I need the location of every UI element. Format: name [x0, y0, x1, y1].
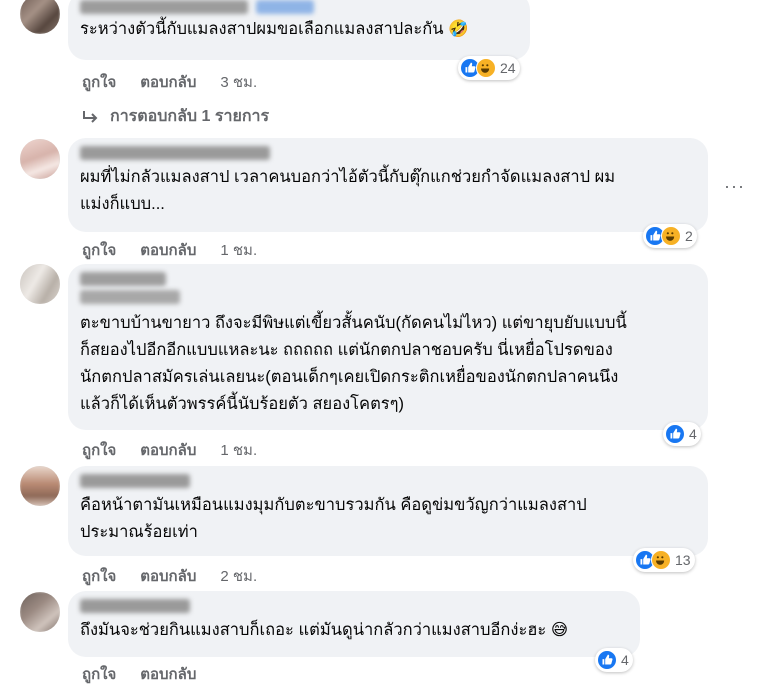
reaction-count: 13	[675, 552, 691, 568]
commenter-name-blurred[interactable]	[80, 474, 190, 488]
reply-button[interactable]: ตอบกลับ	[140, 438, 196, 462]
comment-bubble: ผมที่ไม่กลัวแมลงสาป เวลาคนบอกว่าไอ้ตัวนี…	[68, 138, 708, 232]
haha-reaction-icon	[651, 550, 671, 570]
reaction-summary[interactable]: 2	[643, 224, 697, 248]
commenter-avatar[interactable]	[20, 592, 60, 632]
reaction-summary[interactable]: 13	[633, 548, 695, 572]
reaction-summary[interactable]: 4	[663, 422, 701, 446]
comment-timestamp[interactable]: 1 ชม.	[220, 238, 257, 262]
commenter-name-blurred[interactable]	[80, 0, 248, 14]
commenter-name-blurred[interactable]	[80, 272, 166, 286]
reaction-count: 2	[685, 228, 693, 244]
more-options-icon[interactable]: ···	[724, 176, 745, 197]
comment-bubble: ถึงมันจะช่วยกินแมงสาบก็เถอะ แต่มันดูน่าก…	[68, 591, 640, 657]
reply-button[interactable]: ตอบกลับ	[140, 70, 196, 94]
comment-bubble: ตะขาบบ้านขายาว ถึงจะมีพิษแต่เขี้ยวสั้นคน…	[68, 264, 708, 430]
commenter-name-blurred[interactable]	[80, 146, 270, 160]
like-button[interactable]: ถูกใจ	[82, 438, 116, 462]
reply-button[interactable]: ตอบกลับ	[140, 564, 196, 588]
comment-bubble: ระหว่างตัวนี้กับแมลงสาปผมขอเลือกแมลงสาปล…	[68, 0, 530, 60]
commenter-avatar[interactable]	[20, 264, 60, 304]
haha-reaction-icon	[661, 226, 681, 246]
view-replies-label: การตอบกลับ 1 รายการ	[110, 108, 270, 125]
reaction-count: 4	[689, 426, 697, 442]
view-replies-link[interactable]: การตอบกลับ 1 รายการ	[82, 104, 269, 129]
commenter-badge-blurred	[256, 0, 314, 14]
comment-timestamp[interactable]: 1 ชม.	[220, 438, 257, 462]
reaction-count: 24	[500, 60, 516, 76]
comment-text: คือหน้าตามันเหมือนแมงมุมกับตะขาบรวมกัน ค…	[80, 496, 587, 541]
comment-bubble: คือหน้าตามันเหมือนแมงมุมกับตะขาบรวมกัน ค…	[68, 466, 708, 556]
comment-text: ถึงมันจะช่วยกินแมงสาบก็เถอะ แต่มันดูน่าก…	[80, 621, 569, 639]
like-button[interactable]: ถูกใจ	[82, 70, 116, 94]
comment-timestamp[interactable]: 3 ชม.	[220, 70, 257, 94]
commenter-avatar[interactable]	[20, 139, 60, 179]
comment-text: ผมที่ไม่กลัวแมลงสาป เวลาคนบอกว่าไอ้ตัวนี…	[80, 168, 616, 213]
comment-actions: ถูกใจ ตอบกลับ 2 ชม.	[82, 564, 281, 588]
like-button[interactable]: ถูกใจ	[82, 238, 116, 262]
haha-reaction-icon	[476, 58, 496, 78]
comment-text: ตะขาบบ้านขายาว ถึงจะมีพิษแต่เขี้ยวสั้นคน…	[80, 314, 627, 413]
reply-arrow-icon	[83, 110, 98, 123]
commenter-name-blurred[interactable]	[80, 599, 190, 613]
like-button[interactable]: ถูกใจ	[82, 662, 116, 686]
like-button[interactable]: ถูกใจ	[82, 564, 116, 588]
comment-text: ระหว่างตัวนี้กับแมลงสาปผมขอเลือกแมลงสาปล…	[80, 20, 469, 38]
reply-button[interactable]: ตอบกลับ	[140, 662, 196, 686]
comment-timestamp[interactable]: 2 ชม.	[220, 564, 257, 588]
comment-actions: ถูกใจ ตอบกลับ 1 ชม.	[82, 438, 281, 462]
commenter-subtitle-blurred	[80, 290, 180, 304]
commenter-avatar[interactable]	[20, 0, 60, 34]
reply-button[interactable]: ตอบกลับ	[140, 238, 196, 262]
comment-actions: ถูกใจ ตอบกลับ	[82, 662, 220, 686]
like-reaction-icon	[597, 650, 617, 670]
reaction-summary[interactable]: 4	[595, 648, 633, 672]
reaction-summary[interactable]: 24	[458, 56, 520, 80]
like-reaction-icon	[665, 424, 685, 444]
reaction-count: 4	[621, 652, 629, 668]
commenter-avatar[interactable]	[20, 466, 60, 506]
comment-actions: ถูกใจ ตอบกลับ 3 ชม.	[82, 70, 281, 94]
comment-actions: ถูกใจ ตอบกลับ 1 ชม.	[82, 238, 281, 262]
